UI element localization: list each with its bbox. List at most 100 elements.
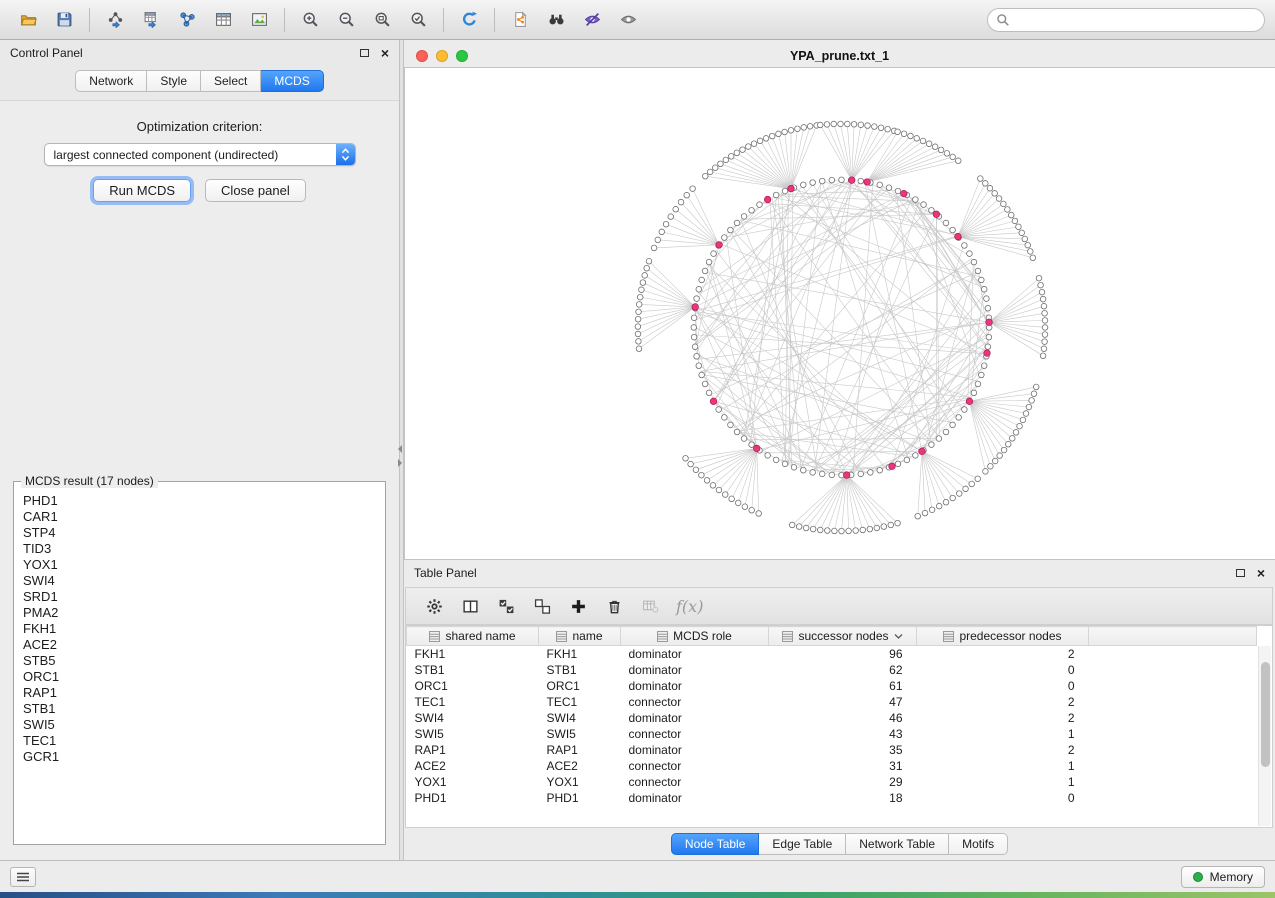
table-row[interactable]: PHD1PHD1dominator180 [407, 790, 1257, 806]
table-panel-tabs: Node TableEdge TableNetwork TableMotifs [404, 828, 1275, 860]
table-row[interactable]: SWI4SWI4dominator462 [407, 710, 1257, 726]
mcds-node-item[interactable]: STB5 [23, 653, 376, 669]
tab-motifs[interactable]: Motifs [949, 833, 1008, 855]
mcds-node-item[interactable]: TID3 [23, 541, 376, 557]
zoom-fit-button[interactable] [364, 5, 400, 35]
select-all-icon [498, 598, 515, 615]
mcds-node-item[interactable]: TEC1 [23, 733, 376, 749]
tab-network-table[interactable]: Network Table [846, 833, 949, 855]
maximize-window-icon[interactable] [456, 50, 468, 62]
minimize-window-icon[interactable] [436, 50, 448, 62]
close-panel-icon[interactable]: × [381, 46, 389, 60]
show-details-button[interactable] [610, 5, 646, 35]
hide-details-icon [584, 11, 601, 28]
mcds-node-item[interactable]: ORC1 [23, 669, 376, 685]
column-header-successor-nodes[interactable]: successor nodes [769, 627, 917, 646]
table-row[interactable]: YOX1YOX1connector291 [407, 774, 1257, 790]
table-row[interactable]: RAP1RAP1dominator352 [407, 742, 1257, 758]
mcds-node-item[interactable]: SRD1 [23, 589, 376, 605]
float-panel-icon[interactable] [360, 49, 369, 57]
zoom-in-button[interactable] [292, 5, 328, 35]
table-panel: Table Panel × f(x) shared namenameMCDS r… [404, 560, 1275, 860]
tab-node-table[interactable]: Node Table [671, 833, 760, 855]
table-row[interactable]: SWI5SWI5connector431 [407, 726, 1257, 742]
column-header-name[interactable]: name [539, 627, 621, 646]
add-row-button[interactable] [562, 592, 594, 620]
tab-style[interactable]: Style [147, 70, 201, 92]
mcds-node-item[interactable]: RAP1 [23, 685, 376, 701]
panel-splitter[interactable] [399, 40, 404, 860]
mcds-node-item[interactable]: STB1 [23, 701, 376, 717]
share-file-button[interactable] [502, 5, 538, 35]
gear-button[interactable] [418, 592, 450, 620]
search-input[interactable] [1010, 13, 1256, 27]
column-header-mcds-role[interactable]: MCDS role [621, 627, 769, 646]
import-table-file-icon [143, 11, 160, 28]
refresh-button[interactable] [451, 5, 487, 35]
mcds-node-item[interactable]: SWI5 [23, 717, 376, 733]
table-row[interactable]: ACE2ACE2connector311 [407, 758, 1257, 774]
save-button[interactable] [46, 5, 82, 35]
table-row[interactable]: TEC1TEC1connector472 [407, 694, 1257, 710]
close-panel-button[interactable]: Close panel [205, 179, 306, 202]
new-network-icon [179, 11, 196, 28]
memory-button[interactable]: Memory [1181, 866, 1265, 888]
close-window-icon[interactable] [416, 50, 428, 62]
application-window: Control Panel × NetworkStyleSelectMCDS O… [0, 0, 1275, 898]
float-panel-icon[interactable] [1236, 569, 1245, 577]
mcds-node-item[interactable]: PMA2 [23, 605, 376, 621]
mcds-node-item[interactable]: ACE2 [23, 637, 376, 653]
splitter-grip-icon[interactable] [398, 442, 403, 470]
tab-select[interactable]: Select [201, 70, 261, 92]
run-mcds-button[interactable]: Run MCDS [93, 179, 191, 202]
memory-button-label: Memory [1210, 870, 1253, 884]
mcds-node-item[interactable]: FKH1 [23, 621, 376, 637]
table-scrollbar-thumb[interactable] [1261, 662, 1270, 766]
trash-button[interactable] [598, 592, 630, 620]
mcds-node-item[interactable]: STP4 [23, 525, 376, 541]
mcds-node-item[interactable]: PHD1 [23, 493, 376, 509]
table-row[interactable]: STB1STB1dominator620 [407, 662, 1257, 678]
add-row-icon [570, 598, 587, 615]
table-panel-header: Table Panel × [404, 560, 1275, 586]
mcds-node-item[interactable]: SWI4 [23, 573, 376, 589]
table-scrollbar[interactable] [1258, 646, 1271, 826]
column-header-shared-name[interactable]: shared name [407, 627, 539, 646]
network-canvas[interactable] [404, 67, 1275, 560]
search-network-button[interactable] [538, 5, 574, 35]
main-toolbar [0, 0, 1275, 40]
tab-network[interactable]: Network [75, 70, 147, 92]
tab-edge-table[interactable]: Edge Table [759, 833, 846, 855]
new-table-icon [215, 11, 232, 28]
close-panel-icon[interactable]: × [1257, 566, 1265, 580]
import-table-file-button[interactable] [133, 5, 169, 35]
mcds-result-title: MCDS result (17 nodes) [21, 474, 158, 488]
deselect-all-button[interactable] [526, 592, 558, 620]
control-panel-title: Control Panel [10, 46, 83, 60]
new-table-button[interactable] [205, 5, 241, 35]
menu-button[interactable] [10, 867, 36, 887]
hide-details-button[interactable] [574, 5, 610, 35]
columns-button[interactable] [454, 592, 486, 620]
table-row[interactable]: FKH1FKH1dominator962 [407, 646, 1257, 662]
search-box[interactable] [987, 8, 1265, 32]
mcds-result-fieldset: MCDS result (17 nodes) PHD1CAR1STP4TID3Y… [13, 474, 386, 845]
mcds-node-item[interactable]: CAR1 [23, 509, 376, 525]
zoom-out-button[interactable] [328, 5, 364, 35]
mcds-node-item[interactable]: GCR1 [23, 749, 376, 765]
toolbar-separator [284, 8, 285, 32]
new-network-button[interactable] [169, 5, 205, 35]
open-folder-button[interactable] [10, 5, 46, 35]
import-network-file-button[interactable] [97, 5, 133, 35]
tab-mcds[interactable]: MCDS [261, 70, 323, 92]
column-header-predecessor-nodes[interactable]: predecessor nodes [917, 627, 1089, 646]
criterion-dropdown[interactable]: largest connected component (undirected) [44, 143, 356, 166]
mcds-node-item[interactable]: YOX1 [23, 557, 376, 573]
zoom-selected-button[interactable] [400, 5, 436, 35]
function-builder-button: f(x) [676, 597, 703, 616]
save-icon [56, 11, 73, 28]
select-all-button[interactable] [490, 592, 522, 620]
network-graph[interactable] [405, 68, 1275, 559]
export-image-button[interactable] [241, 5, 277, 35]
table-row[interactable]: ORC1ORC1dominator610 [407, 678, 1257, 694]
